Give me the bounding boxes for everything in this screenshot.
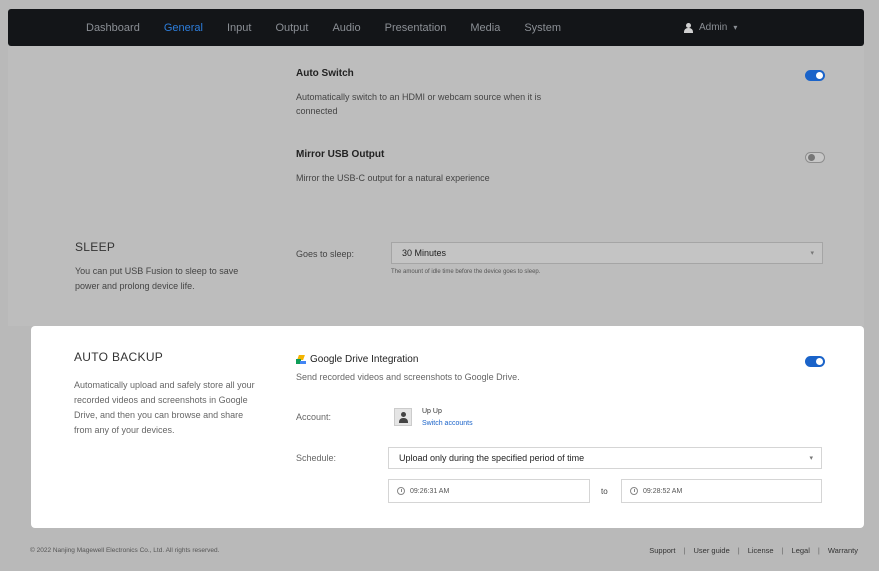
- schedule-select[interactable]: Upload only during the specified period …: [388, 447, 822, 469]
- nav-dashboard[interactable]: Dashboard: [86, 22, 140, 34]
- footer-link-user-guide[interactable]: User guide: [693, 546, 729, 555]
- schedule-select-value: Upload only during the specified period …: [399, 453, 585, 463]
- account-label: Account:: [296, 412, 332, 422]
- chevron-down-icon: ▾: [810, 250, 814, 257]
- clock-icon: [397, 487, 405, 495]
- sleep-hint: The amount of idle time before the devic…: [391, 269, 541, 275]
- chevron-down-icon: ▾: [733, 23, 738, 32]
- user-name: Admin: [699, 22, 728, 33]
- google-drive-title-text: Google Drive Integration: [310, 354, 419, 365]
- chevron-down-icon: ▾: [809, 455, 813, 462]
- copyright-text: © 2022 Nanjing Magewell Electronics Co.,…: [30, 546, 220, 554]
- google-drive-toggle[interactable]: [805, 356, 825, 367]
- divider: |: [737, 545, 740, 555]
- footer-link-warranty[interactable]: Warranty: [828, 546, 858, 555]
- google-drive-icon: [296, 355, 306, 364]
- footer-link-license[interactable]: License: [748, 546, 774, 555]
- start-time-input[interactable]: 09:26:31 AM: [388, 479, 590, 503]
- auto-switch-toggle[interactable]: [805, 70, 825, 81]
- dimmed-settings-panel: Auto Switch Automatically switch to an H…: [8, 46, 864, 326]
- nav-media[interactable]: Media: [470, 22, 500, 34]
- divider: |: [817, 545, 820, 555]
- divider: |: [683, 545, 686, 555]
- nav-presentation[interactable]: Presentation: [385, 22, 447, 34]
- account-avatar-icon: [394, 408, 412, 426]
- to-label: to: [601, 487, 608, 496]
- end-time-input[interactable]: 09:28:52 AM: [621, 479, 822, 503]
- nav-output[interactable]: Output: [275, 22, 308, 34]
- auto-backup-heading: AUTO BACKUP: [74, 350, 164, 364]
- auto-backup-card: AUTO BACKUP Automatically upload and saf…: [31, 326, 864, 528]
- switch-accounts-link[interactable]: Switch accounts: [422, 420, 473, 427]
- toggle-knob: [816, 358, 823, 365]
- footer-links: Support | User guide | License | Legal |…: [649, 546, 858, 555]
- mirror-usb-toggle[interactable]: [805, 152, 825, 163]
- nav-input[interactable]: Input: [227, 22, 251, 34]
- sleep-label: Goes to sleep:: [296, 249, 355, 259]
- toggle-knob: [816, 72, 823, 79]
- sleep-select-value: 30 Minutes: [402, 248, 447, 258]
- start-time-value: 09:26:31 AM: [410, 487, 450, 495]
- sleep-desc: You can put USB Fusion to sleep to save …: [75, 266, 239, 291]
- clock-icon: [630, 487, 638, 495]
- sleep-heading: SLEEP: [75, 240, 116, 254]
- footer-link-support[interactable]: Support: [649, 546, 675, 555]
- top-nav-bar: Dashboard General Input Output Audio Pre…: [8, 9, 864, 46]
- auto-backup-desc: Automatically upload and safely store al…: [74, 380, 255, 435]
- toggle-knob: [808, 154, 815, 161]
- end-time-value: 09:28:52 AM: [643, 487, 683, 495]
- mirror-usb-title: Mirror USB Output: [296, 149, 385, 160]
- footer: © 2022 Nanjing Magewell Electronics Co.,…: [8, 537, 864, 563]
- auto-switch-desc: Automatically switch to an HDMI or webca…: [296, 92, 542, 116]
- nav-audio[interactable]: Audio: [332, 22, 360, 34]
- user-icon: [684, 22, 693, 33]
- nav-system[interactable]: System: [524, 22, 561, 34]
- google-drive-desc: Send recorded videos and screenshots to …: [296, 372, 520, 382]
- auto-switch-title: Auto Switch: [296, 68, 354, 79]
- user-menu[interactable]: Admin ▾: [684, 9, 737, 46]
- footer-link-legal[interactable]: Legal: [792, 546, 810, 555]
- divider: |: [781, 545, 784, 555]
- nav-general[interactable]: General: [164, 22, 203, 34]
- account-name: Up Up: [422, 408, 442, 415]
- mirror-usb-desc: Mirror the USB-C output for a natural ex…: [296, 173, 490, 183]
- sleep-select[interactable]: 30 Minutes ▾: [391, 242, 823, 264]
- schedule-label: Schedule:: [296, 453, 337, 463]
- google-drive-title: Google Drive Integration: [296, 354, 418, 365]
